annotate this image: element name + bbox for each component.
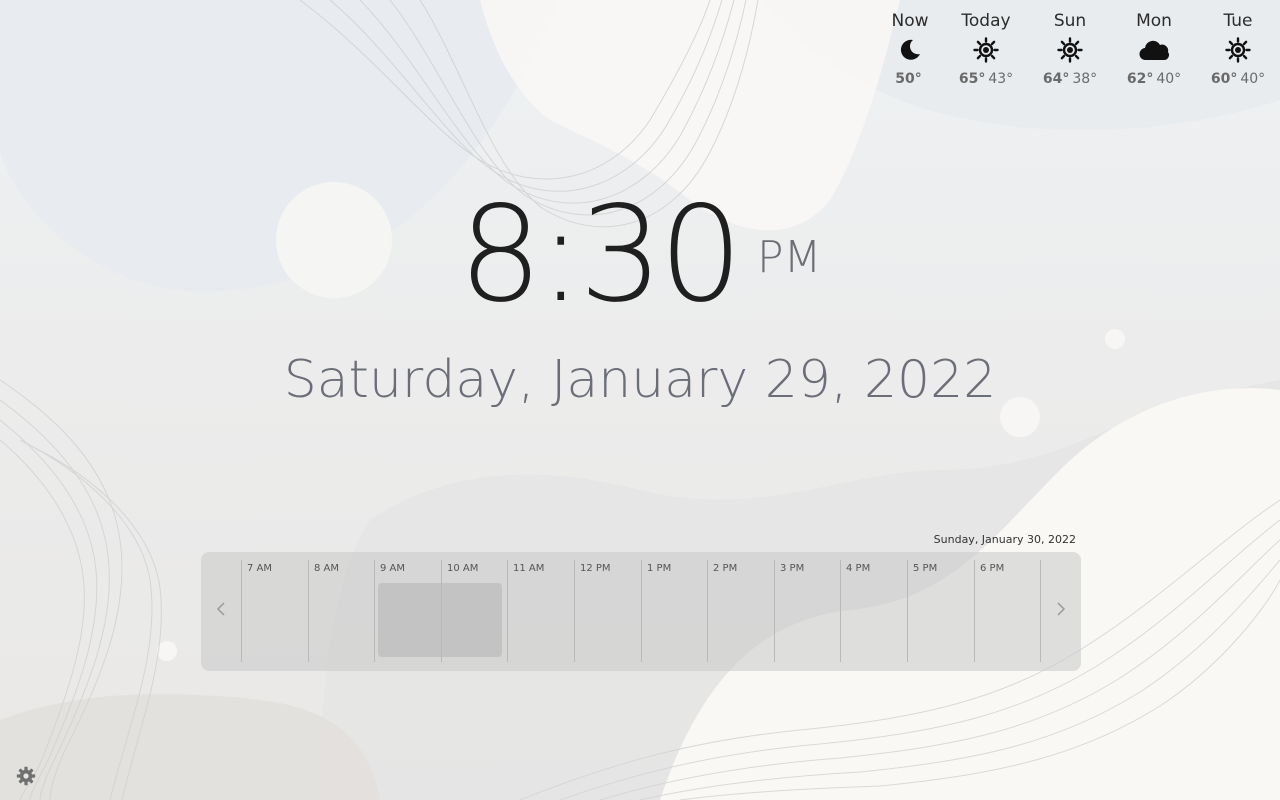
weather-day-label: Tue bbox=[1223, 11, 1253, 31]
weather-day-label: Today bbox=[961, 11, 1011, 31]
chevron-left-icon[interactable] bbox=[211, 600, 231, 624]
weather-high: 60° bbox=[1210, 71, 1238, 87]
moon-icon bbox=[870, 33, 950, 67]
weather-now: Now 50° bbox=[870, 8, 950, 87]
timeline-hour-label: 9 AM bbox=[380, 563, 406, 574]
gear-icon[interactable] bbox=[16, 766, 36, 786]
timeline-hour-label: 5 PM bbox=[913, 563, 938, 574]
sun-icon bbox=[1030, 33, 1110, 67]
clock: 8:30 PM bbox=[0, 180, 1280, 330]
timeline-hour[interactable]: 6 PM bbox=[974, 560, 1042, 662]
weather-day-label: Sun bbox=[1053, 11, 1087, 31]
sun-icon bbox=[946, 33, 1026, 67]
timeline-hour[interactable]: 1 PM bbox=[641, 560, 709, 662]
weather-sun: Sun 64° 38° bbox=[1030, 8, 1110, 87]
timeline-hour-label: 12 PM bbox=[580, 563, 611, 574]
weather-forecast: Now 50° Today 65° 43° Sun 64° 38° Mon 62° 4… bbox=[872, 8, 1280, 100]
weather-high: 65° bbox=[958, 71, 986, 87]
timeline-hour[interactable]: 2 PM bbox=[707, 560, 775, 662]
timeline-hour[interactable]: 4 PM bbox=[840, 560, 908, 662]
clock-date: Saturday, January 29, 2022 bbox=[283, 350, 997, 410]
clock-ampm: PM bbox=[756, 232, 822, 283]
weather-mon: Mon 62° 40° bbox=[1114, 8, 1194, 87]
weather-low: 40° bbox=[1156, 71, 1182, 87]
timeline-hour[interactable]: 11 AM bbox=[507, 560, 575, 662]
weather-day-label: Mon bbox=[1136, 11, 1172, 31]
timeline-hour-label: 8 AM bbox=[314, 563, 340, 574]
weather-low: 38° bbox=[1072, 71, 1098, 87]
timeline-hour-label: 4 PM bbox=[846, 563, 871, 574]
weather-high: 62° bbox=[1126, 71, 1154, 87]
calendar-timeline[interactable]: 7 AM 8 AM 9 AM 10 AM 11 AM 12 PM 1 PM 2 PM 3 PM 4… bbox=[201, 552, 1081, 671]
cloud-icon bbox=[1114, 33, 1194, 67]
timeline-hour[interactable]: 10 AM bbox=[441, 560, 509, 662]
timeline-hour-label: 7 AM bbox=[247, 563, 273, 574]
weather-day-label: Now bbox=[891, 11, 929, 31]
timeline-hour[interactable]: 12 PM bbox=[574, 560, 642, 662]
timeline-hour[interactable]: 8 AM bbox=[308, 560, 376, 662]
timeline-hour-divider bbox=[1040, 560, 1041, 662]
timeline-hour[interactable]: 7 AM bbox=[241, 560, 309, 662]
timeline-hour[interactable]: 3 PM bbox=[774, 560, 842, 662]
chevron-right-icon[interactable] bbox=[1051, 600, 1071, 624]
weather-today: Today 65° 43° bbox=[946, 8, 1026, 87]
timeline-hour[interactable]: 9 AM bbox=[374, 560, 442, 662]
sun-icon bbox=[1198, 33, 1278, 67]
timeline-hour[interactable]: 5 PM bbox=[907, 560, 975, 662]
weather-low: 43° bbox=[988, 71, 1014, 87]
timeline-date-label: Sunday, January 30, 2022 bbox=[933, 533, 1076, 546]
timeline-hour-label: 10 AM bbox=[447, 563, 479, 574]
timeline-hour-label: 6 PM bbox=[980, 563, 1005, 574]
weather-tue: Tue 60° 40° bbox=[1198, 8, 1278, 87]
weather-high: 64° bbox=[1042, 71, 1070, 87]
timeline-hour-label: 3 PM bbox=[780, 563, 805, 574]
clock-time: 8:30 bbox=[458, 178, 743, 332]
weather-high: 50° bbox=[895, 71, 922, 87]
weather-low: 40° bbox=[1240, 71, 1266, 87]
timeline-hour-label: 2 PM bbox=[713, 563, 738, 574]
timeline-hour-label: 11 AM bbox=[513, 563, 545, 574]
timeline-hour-label: 1 PM bbox=[647, 563, 672, 574]
